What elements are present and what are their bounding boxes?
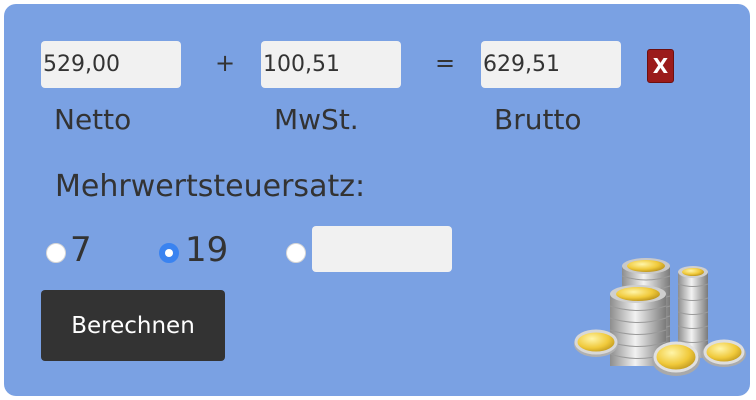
mwst-input[interactable]	[261, 41, 401, 88]
netto-label: Netto	[54, 103, 132, 136]
brutto-input[interactable]	[481, 41, 621, 88]
netto-input[interactable]	[41, 41, 181, 88]
radio-rate-7-label: 7	[70, 230, 92, 270]
radio-rate-19-label: 19	[185, 230, 229, 270]
custom-rate-input[interactable]	[312, 226, 452, 272]
equals-sign: =	[435, 49, 456, 77]
clear-button[interactable]: X	[647, 49, 674, 83]
coin-stack-icon	[574, 258, 746, 376]
radio-rate-custom[interactable]	[286, 243, 306, 263]
radio-selected-dot	[165, 249, 173, 257]
calculate-button[interactable]: Berechnen	[41, 290, 225, 361]
radio-rate-7[interactable]	[46, 243, 66, 263]
radio-rate-19[interactable]	[159, 243, 179, 263]
mwst-label: MwSt.	[274, 103, 359, 136]
vat-calculator-panel: + = X Netto MwSt. Brutto Mehrwertsteuers…	[4, 4, 750, 396]
brutto-label: Brutto	[494, 103, 582, 136]
plus-sign: +	[215, 49, 236, 77]
vat-rate-label: Mehrwertsteuersatz:	[55, 169, 366, 204]
